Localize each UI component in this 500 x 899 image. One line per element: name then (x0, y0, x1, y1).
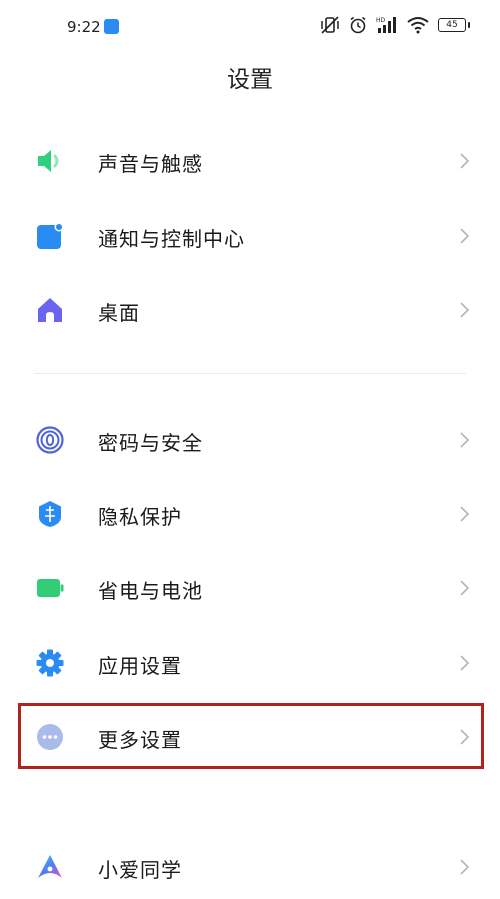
gear-icon (36, 649, 64, 677)
section-divider (34, 373, 466, 374)
settings-item-label: 省电与电池 (98, 579, 203, 603)
chevron-right-icon (460, 302, 470, 318)
chevron-right-icon (460, 655, 470, 671)
chevron-right-icon (460, 153, 470, 169)
settings-item-sound[interactable]: 声音与触感 (0, 129, 500, 193)
settings-item-password-security[interactable]: 密码与安全 (0, 408, 500, 472)
settings-item-label: 声音与触感 (98, 152, 203, 176)
page-title: 设置 (227, 67, 273, 93)
alarm-icon (350, 16, 366, 34)
vibrate-off-icon (321, 16, 339, 34)
battery-saver-icon (37, 579, 64, 597)
svg-text:HD: HD (376, 17, 386, 24)
wifi-icon (407, 17, 429, 34)
settings-item-label: 桌面 (98, 301, 140, 325)
status-icons: HD 45 (320, 16, 470, 34)
xiaoai-assistant-icon (38, 855, 62, 878)
notification-icon (37, 222, 64, 249)
settings-item-label: 隐私保护 (98, 505, 182, 529)
chevron-right-icon (460, 228, 470, 244)
settings-item-label: 通知与控制中心 (98, 227, 245, 251)
speaker-icon (38, 150, 59, 172)
settings-item-notifications[interactable]: 通知与控制中心 (0, 204, 500, 268)
chevron-right-icon (460, 580, 470, 596)
chevron-right-icon (460, 432, 470, 448)
notification-app-icon (104, 19, 119, 34)
settings-item-label: 密码与安全 (98, 431, 203, 455)
home-icon (38, 298, 62, 322)
status-bar: 9:22 HD 45 (0, 0, 500, 56)
settings-item-desktop[interactable]: 桌面 (0, 278, 500, 342)
highlight-box (18, 703, 484, 769)
chevron-right-icon (460, 506, 470, 522)
settings-item-xiaoai[interactable]: 小爱同学 (0, 835, 500, 899)
shield-icon (39, 501, 61, 527)
settings-item-battery[interactable]: 省电与电池 (0, 556, 500, 620)
settings-item-label: 应用设置 (98, 654, 182, 678)
battery-icon: 45 (438, 18, 470, 32)
hd-signal-icon: HD (376, 17, 396, 33)
settings-item-apps[interactable]: 应用设置 (0, 631, 500, 695)
chevron-right-icon (460, 859, 470, 875)
settings-item-privacy[interactable]: 隐私保护 (0, 482, 500, 546)
settings-item-label: 小爱同学 (98, 858, 182, 882)
fingerprint-icon (36, 426, 64, 454)
status-time: 9:22 (67, 18, 101, 36)
